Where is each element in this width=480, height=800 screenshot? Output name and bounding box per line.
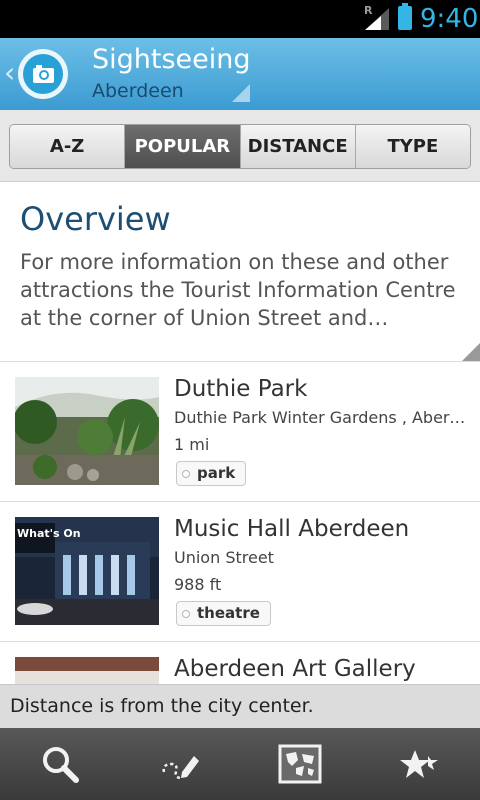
distance-notice: Distance is from the city center.	[0, 684, 480, 728]
status-bar: R 9:40	[0, 0, 480, 38]
favorites-button[interactable]	[360, 728, 480, 800]
overview-section[interactable]: Overview For more information on these a…	[0, 182, 480, 362]
item-address: Union Street	[174, 548, 274, 567]
search-icon	[43, 747, 79, 783]
search-button[interactable]	[0, 728, 120, 800]
route-icon	[162, 756, 199, 780]
item-distance: 1 mi	[174, 435, 210, 454]
favorites-icon	[400, 750, 438, 778]
overview-text: For more information on these and other …	[20, 250, 456, 330]
music-hall-photo: What's On	[15, 517, 159, 625]
action-bar: ‹ Sightseeing Aberdeen	[0, 38, 480, 110]
notice-text: Distance is from the city center.	[10, 695, 314, 717]
tab-distance[interactable]: DISTANCE	[240, 125, 356, 168]
item-title: Duthie Park	[174, 376, 308, 402]
tab-a-z[interactable]: A-Z	[10, 125, 126, 168]
map-button[interactable]	[240, 728, 360, 800]
item-title: Music Hall Aberdeen	[174, 516, 410, 542]
item-address: Duthie Park Winter Gardens , Aberd…	[174, 408, 466, 427]
category-tag[interactable]: park	[176, 461, 247, 486]
tab-type[interactable]: TYPE	[355, 125, 470, 168]
item-distance: 988 ft	[174, 575, 222, 594]
expand-corner-icon[interactable]	[462, 343, 480, 361]
tab-popular[interactable]: POPULAR	[125, 125, 241, 168]
city-selector[interactable]: Aberdeen	[92, 80, 184, 102]
camera-app-icon[interactable]	[18, 49, 68, 99]
page-title: Sightseeing	[92, 44, 251, 75]
battery-icon	[398, 3, 412, 30]
clock: 9:40	[420, 4, 479, 34]
route-button[interactable]	[120, 728, 240, 800]
list-item[interactable]: Duthie Park Duthie Park Winter Gardens ,…	[0, 362, 480, 502]
bottom-toolbar	[0, 728, 480, 800]
back-chevron-icon[interactable]: ‹	[4, 56, 15, 89]
overview-heading: Overview	[20, 200, 171, 238]
sort-tabs: A-Z POPULAR DISTANCE TYPE	[9, 124, 471, 169]
item-title: Aberdeen Art Gallery	[174, 656, 416, 682]
category-tag[interactable]: theatre	[176, 601, 271, 626]
map-icon	[278, 744, 322, 784]
garden-photo	[15, 377, 159, 485]
whats-on-sign: What's On	[17, 527, 81, 540]
signal-icon	[365, 8, 389, 30]
list-item[interactable]: What's On Music Hall Aberdeen Union Stre…	[0, 502, 480, 642]
dropdown-indicator-icon[interactable]	[232, 84, 250, 102]
sort-tabs-bar: A-Z POPULAR DISTANCE TYPE	[0, 110, 480, 182]
